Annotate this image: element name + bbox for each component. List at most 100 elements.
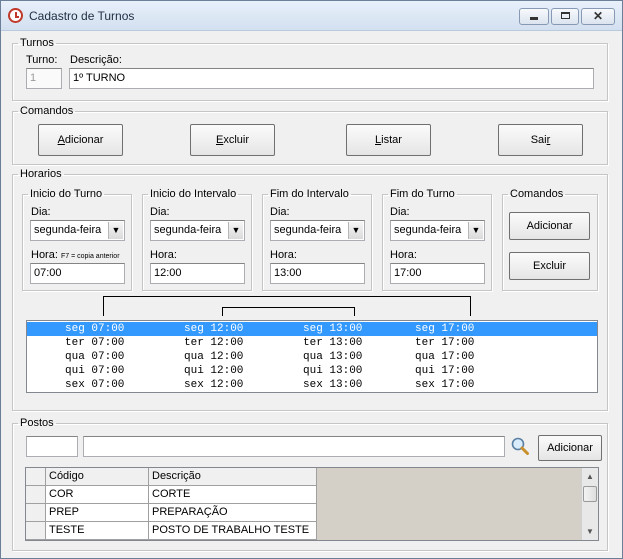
table-cell-codigo[interactable]: COR (46, 486, 149, 504)
copy-previous-hint: F7 = copia anterior (60, 253, 120, 260)
excluir-button[interactable]: Excluir (190, 124, 275, 156)
sair-button[interactable]: Sai r (498, 124, 583, 156)
schedule-cell: qua 17:00 (415, 351, 475, 363)
table-cell-descricao[interactable]: POSTO DE TRABALHO TESTE (149, 522, 317, 540)
fim-intervalo-hora-field[interactable]: 13:00 (270, 263, 365, 284)
alarm-clock-icon (8, 8, 23, 23)
inicio-intervalo-dia-value: segunda-feira (154, 224, 222, 236)
scroll-thumb[interactable] (583, 486, 597, 502)
inicio-intervalo-hora-field[interactable]: 12:00 (150, 263, 245, 284)
inicio-intervalo-dia-select[interactable]: segunda-feira ▼ (150, 220, 245, 241)
table-cell-descricao[interactable]: PREPARAÇÃO (149, 504, 317, 522)
list-item[interactable]: sex 07:00 sex 12:00 sex 13:00 sex 17:00 (27, 378, 597, 392)
maximize-button[interactable] (551, 8, 579, 25)
column-header-codigo[interactable]: Código (46, 468, 149, 486)
comandos-legend: Comandos (20, 105, 74, 117)
horarios-comandos-legend: Comandos (510, 188, 564, 200)
posto-adicionar-button[interactable]: Adicionar (538, 435, 602, 461)
descricao-field[interactable]: 1º TURNO (69, 68, 594, 89)
window-title: Cadastro de Turnos (29, 9, 135, 23)
adicionar-accesskey: A (57, 133, 65, 146)
dropdown-arrow-icon[interactable]: ▼ (228, 222, 243, 239)
horario-excluir-button[interactable]: Excluir (509, 252, 590, 280)
list-item[interactable]: qui 07:00 qui 12:00 qui 13:00 qui 17:00 (27, 364, 597, 378)
minimize-button[interactable] (519, 8, 549, 25)
postos-grid[interactable]: Código Descrição COR CORTE PREP PREPARAÇ… (25, 467, 599, 541)
list-item[interactable]: seg 07:00 seg 12:00 seg 13:00 seg 17:00 (27, 322, 597, 336)
schedule-cell: sex 13:00 (303, 379, 363, 391)
schedule-cell: qui 12:00 (184, 365, 244, 377)
posto-descricao-field[interactable] (83, 436, 505, 457)
fim-intervalo-dia-select[interactable]: segunda-feira ▼ (270, 220, 365, 241)
schedule-cell: qua 12:00 (184, 351, 244, 363)
schedule-cell: seg 07:00 (65, 323, 125, 335)
sair-accesskey: r (546, 133, 551, 146)
listar-button[interactable]: Listar (346, 124, 431, 156)
schedule-cell: seg 13:00 (303, 323, 363, 335)
adicionar-button[interactable]: Adicionar (38, 124, 123, 156)
main-window: Cadastro de Turnos ✕ Turnos Turno: 1 Des… (0, 0, 623, 559)
schedule-list[interactable]: seg 07:00 seg 12:00 seg 13:00 seg 17:00 ter … (26, 320, 598, 393)
dropdown-arrow-icon[interactable]: ▼ (468, 222, 483, 239)
schedule-cell: sex 12:00 (184, 379, 244, 391)
intervalo-bracket (222, 307, 355, 316)
schedule-cell: sex 17:00 (415, 379, 475, 391)
fim-intervalo-dia-value: segunda-feira (274, 224, 342, 236)
list-item[interactable]: ter 07:00 ter 12:00 ter 13:00 ter 17:00 (27, 336, 597, 350)
turno-field[interactable]: 1 (26, 68, 62, 89)
fim-turno-hora-label: Hora: (390, 249, 417, 261)
schedule-cell: qui 07:00 (65, 365, 125, 377)
excluir-accesskey: E (215, 133, 224, 146)
schedule-cell: ter 13:00 (303, 337, 363, 349)
inicio-turno-dia-label: Dia: (31, 206, 51, 218)
inicio-intervalo-dia-label: Dia: (150, 206, 170, 218)
schedule-cell: qua 07:00 (65, 351, 125, 363)
inicio-turno-legend: Inicio do Turno (30, 188, 103, 200)
list-item[interactable]: qua 07:00 qua 12:00 qua 13:00 qua 17:00 (27, 350, 597, 364)
schedule-cell: sex 07:00 (65, 379, 125, 391)
dropdown-arrow-icon[interactable]: ▼ (348, 222, 363, 239)
schedule-cell: seg 17:00 (415, 323, 475, 335)
schedule-cell: ter 12:00 (184, 337, 244, 349)
fim-turno-dia-select[interactable]: segunda-feira ▼ (390, 220, 485, 241)
grid-corner (26, 468, 46, 486)
fim-intervalo-legend: Fim do Intervalo (270, 188, 349, 200)
title-bar[interactable]: Cadastro de Turnos ✕ (1, 1, 622, 31)
inicio-turno-hora-field[interactable]: 07:00 (30, 263, 125, 284)
table-cell-descricao[interactable]: CORTE (149, 486, 317, 504)
dropdown-arrow-icon[interactable]: ▼ (108, 222, 123, 239)
scroll-up-icon[interactable]: ▲ (582, 468, 598, 485)
excluir-label: xcluir (223, 133, 249, 146)
fim-turno-dia-label: Dia: (390, 206, 410, 218)
inicio-turno-dia-select[interactable]: segunda-feira ▼ (30, 220, 125, 241)
horario-adicionar-button[interactable]: Adicionar (509, 212, 590, 240)
table-cell-codigo[interactable]: TESTE (46, 522, 149, 540)
schedule-cell: qua 13:00 (303, 351, 363, 363)
grid-scrollbar[interactable]: ▲ ▼ (581, 468, 598, 540)
inicio-intervalo-legend: Inicio do Intervalo (150, 188, 237, 200)
minimize-icon (530, 17, 538, 20)
fim-turno-dia-value: segunda-feira (394, 224, 462, 236)
schedule-cell: seg 12:00 (184, 323, 244, 335)
schedule-cell: qui 17:00 (415, 365, 475, 377)
row-indicator[interactable] (26, 504, 46, 522)
schedule-cell: ter 07:00 (65, 337, 125, 349)
row-indicator[interactable] (26, 522, 46, 540)
adicionar-label: dicionar (64, 133, 104, 146)
scroll-down-icon[interactable]: ▼ (582, 523, 598, 540)
row-indicator[interactable] (26, 486, 46, 504)
inicio-turno-dia-value: segunda-feira (34, 224, 102, 236)
column-header-descricao[interactable]: Descrição (149, 468, 317, 486)
inicio-turno-hora-text: Hora: (31, 249, 58, 261)
table-cell-codigo[interactable]: PREP (46, 504, 149, 522)
descricao-label: Descrição: (70, 54, 122, 66)
posto-codigo-field[interactable] (26, 436, 78, 457)
sair-label: Sai (530, 133, 547, 146)
listar-label: istar (381, 133, 402, 146)
maximize-icon (560, 12, 570, 19)
close-button[interactable]: ✕ (581, 8, 615, 25)
fim-turno-hora-field[interactable]: 17:00 (390, 263, 485, 284)
search-icon[interactable] (510, 436, 530, 456)
fim-intervalo-hora-label: Hora: (270, 249, 297, 261)
inicio-intervalo-hora-label: Hora: (150, 249, 177, 261)
